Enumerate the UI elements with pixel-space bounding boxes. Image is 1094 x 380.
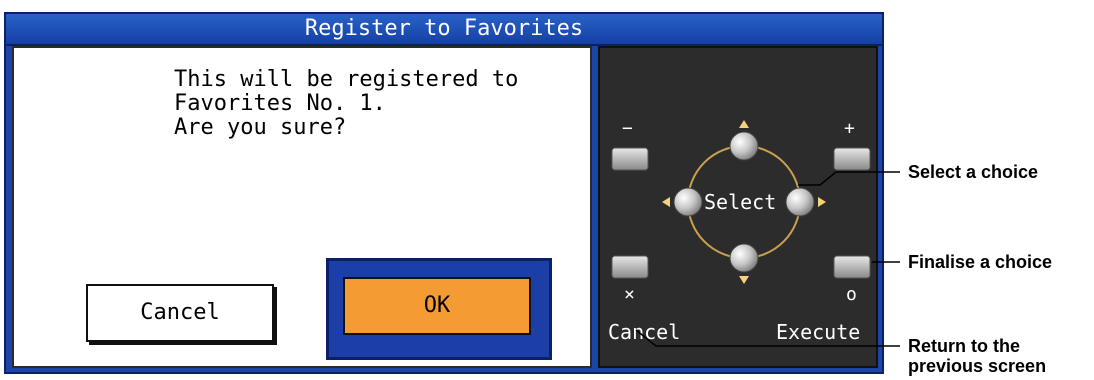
annotation-return-line1: Return to the [908, 336, 1020, 356]
return-leader-line [635, 329, 900, 347]
annotation-lines [635, 171, 900, 347]
annotation-return-line2: previous screen [908, 356, 1047, 376]
annotation-select: Select a choice [908, 162, 1039, 182]
select-leader-line [798, 171, 900, 186]
annotation-finalise: Finalise a choice [908, 252, 1053, 272]
